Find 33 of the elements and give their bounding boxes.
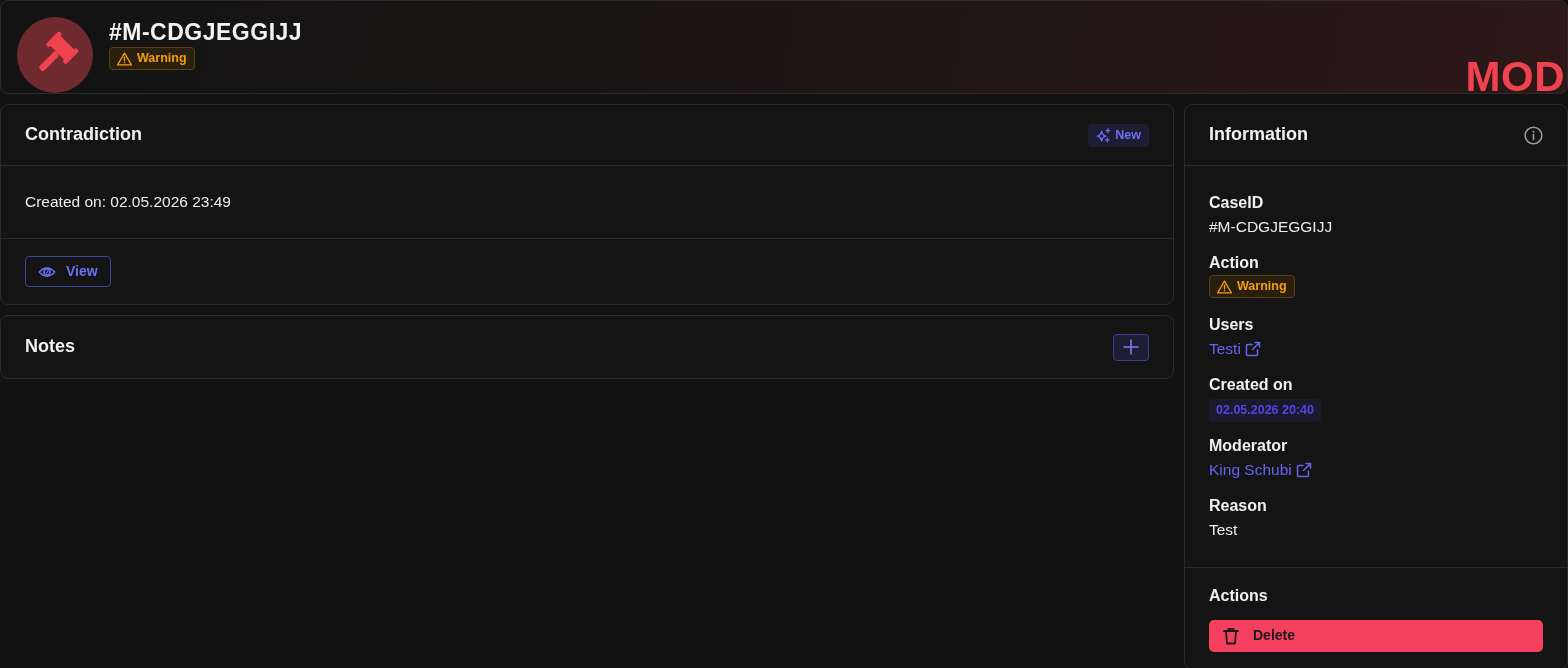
card-title: Contradiction <box>25 124 142 146</box>
user-link[interactable]: Testi <box>1209 336 1261 361</box>
field-label: Users <box>1209 314 1255 335</box>
created-date: 02.05.2026 20:40 <box>1209 398 1321 422</box>
card-title: Notes <box>25 336 75 358</box>
user-link[interactable]: King Schubi <box>1209 457 1312 482</box>
field-label: Moderator <box>1209 435 1289 456</box>
external-link-icon <box>1295 461 1312 478</box>
add-note-button[interactable] <box>1113 333 1149 361</box>
warning-icon <box>1217 279 1232 294</box>
sparkle-icon <box>1096 127 1112 143</box>
action-label: Warning <box>1237 278 1287 296</box>
plus-icon <box>1123 339 1139 355</box>
trash-icon <box>1223 626 1239 645</box>
gavel-icon <box>17 17 93 93</box>
view-button[interactable]: View <box>25 256 111 287</box>
delete-button[interactable]: Delete <box>1209 619 1543 652</box>
section-title: Actions <box>1209 585 1269 606</box>
warning-icon <box>117 51 132 66</box>
card-title: Information <box>1209 124 1308 146</box>
action-label: Warning <box>137 50 187 68</box>
field-value: Test <box>1209 520 1238 538</box>
new-label: New <box>1115 126 1141 144</box>
field-label: Created on <box>1209 374 1294 395</box>
created-text: Created on: 02.05.2026 23:49 <box>25 193 231 210</box>
field-value: #M-CDGJEGGIJJ <box>1209 218 1333 235</box>
field-label: Reason <box>1209 495 1268 516</box>
external-link-icon <box>1244 340 1261 357</box>
info-icon[interactable] <box>1524 125 1543 145</box>
corner-label: MOD <box>1465 61 1566 92</box>
field-label: Action <box>1209 253 1260 273</box>
case-title: #M-CDGJEGGIJJ <box>109 18 303 47</box>
field-label: CaseID <box>1209 193 1265 213</box>
